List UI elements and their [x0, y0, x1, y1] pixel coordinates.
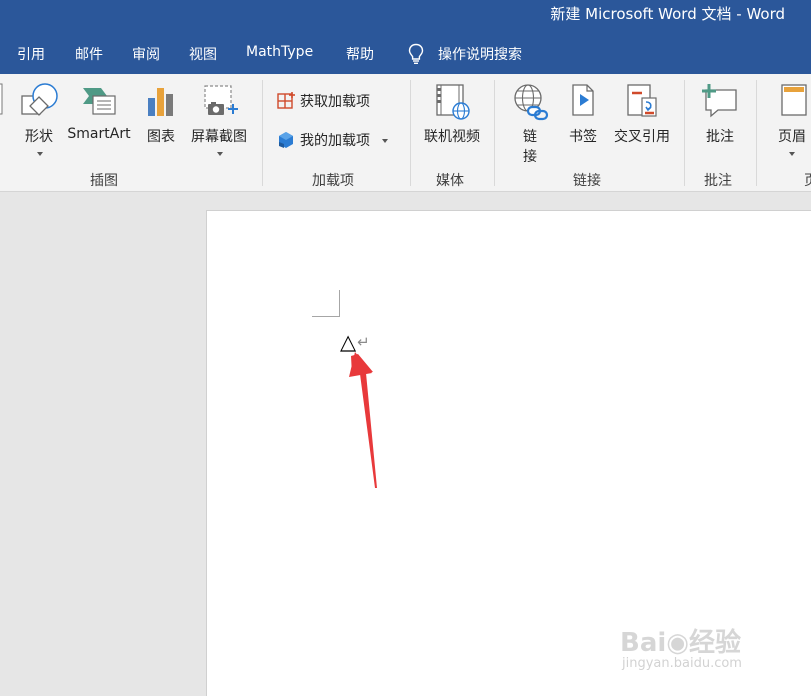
watermark-url: jingyan.baidu.com — [622, 656, 742, 671]
annotation-arrow — [349, 352, 377, 488]
watermark-logo: Bai◉经验 — [620, 628, 741, 658]
baidu-watermark: Bai◉经验 jingyan.baidu.com — [620, 622, 770, 682]
